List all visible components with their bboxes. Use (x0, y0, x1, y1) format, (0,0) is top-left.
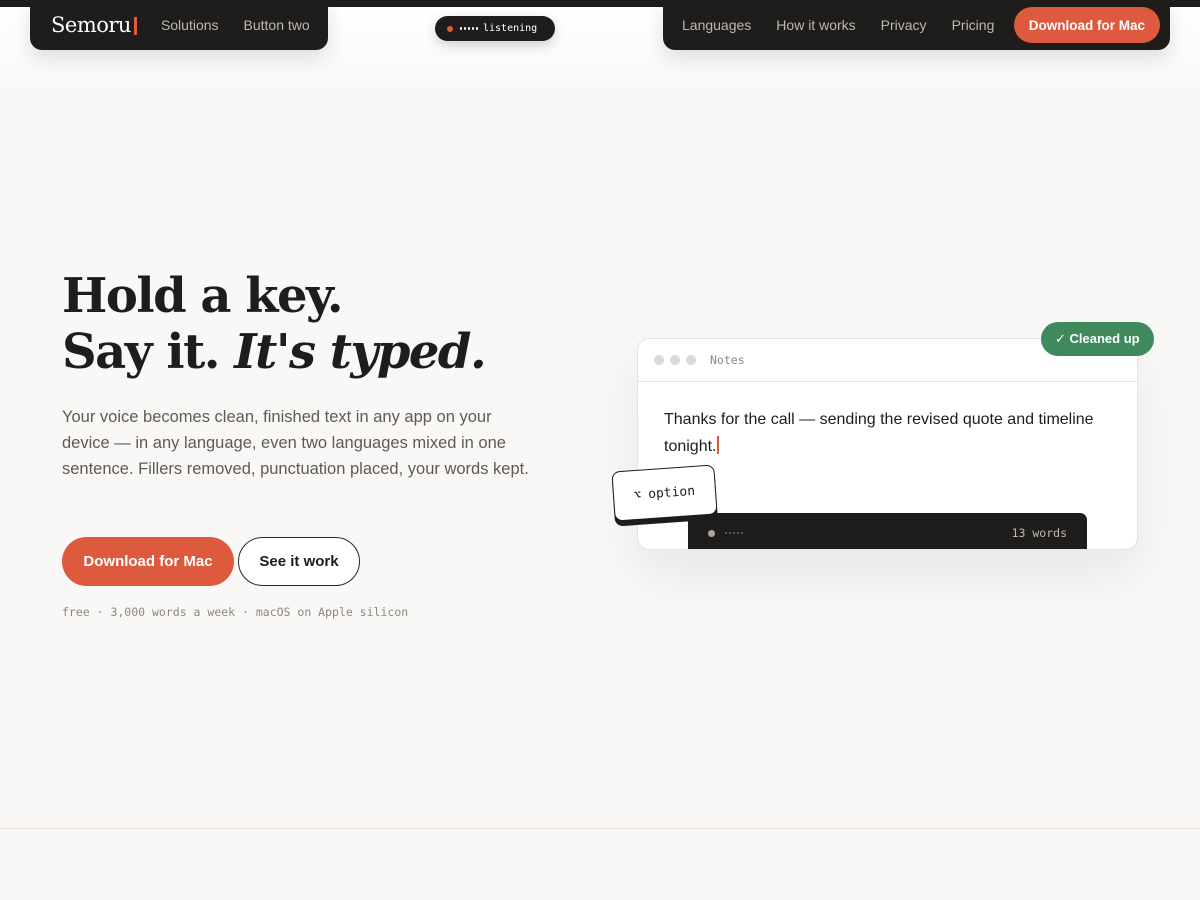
download-button[interactable]: Download for Mac (62, 537, 234, 586)
nav-right: Languages How it works Privacy Pricing D… (663, 0, 1170, 50)
card-body: Thanks for the call — sending the revise… (638, 382, 1137, 460)
headline-line-1: Hold a key. (62, 268, 344, 324)
transcribed-text: Thanks for the call — sending the revise… (664, 411, 1094, 455)
nav-link-button-two[interactable]: Button two (244, 17, 310, 33)
recording-dot-icon (447, 25, 453, 32)
window-dot-icon (686, 355, 696, 365)
cleaned-up-badge: ✓ Cleaned up (1041, 322, 1154, 356)
dictation-bar: 13 words (688, 513, 1087, 549)
nav-left: Semoru Solutions Button two (30, 0, 328, 50)
option-key-label: option (647, 483, 696, 502)
headline-line-2-italic: It's typed. (234, 324, 487, 380)
option-glyph-icon: ⌥ (633, 487, 642, 503)
waveform-icon (725, 532, 745, 534)
nav-link-privacy[interactable]: Privacy (881, 17, 927, 33)
nav-download-button[interactable]: Download for Mac (1013, 7, 1160, 43)
nav-link-how-it-works[interactable]: How it works (776, 17, 855, 33)
headline-line-2-plain: Say it. (62, 324, 220, 380)
logo-caret-mark (133, 17, 137, 35)
window-dot-icon (670, 355, 680, 365)
nav-link-languages[interactable]: Languages (682, 17, 751, 33)
hero-subtext: Your voice becomes clean, finished text … (62, 408, 529, 478)
see-it-work-button[interactable]: See it work (238, 537, 360, 586)
status-dot-icon (708, 529, 715, 537)
hero-headline: Hold a key. Say it. It's typed. (62, 268, 487, 380)
text-caret (717, 436, 720, 454)
card-title: Notes (710, 353, 745, 367)
logo-text: Semoru (51, 13, 131, 37)
logo[interactable]: Semoru (51, 13, 137, 37)
listening-label: listening (483, 23, 538, 34)
window-dot-icon (654, 355, 664, 365)
section-divider (0, 828, 1200, 829)
listening-indicator: listening (435, 16, 555, 41)
hero-fineprint: free · 3,000 words a week · macOS on App… (62, 605, 409, 619)
nav-link-pricing[interactable]: Pricing (952, 17, 995, 33)
nav-link-solutions[interactable]: Solutions (161, 17, 219, 33)
word-count: 13 words (1011, 526, 1067, 540)
waveform-icon (460, 27, 480, 30)
option-key-icon: ⌥ option (611, 464, 718, 522)
notes-demo-card: Notes Thanks for the call — sending the … (637, 338, 1138, 550)
